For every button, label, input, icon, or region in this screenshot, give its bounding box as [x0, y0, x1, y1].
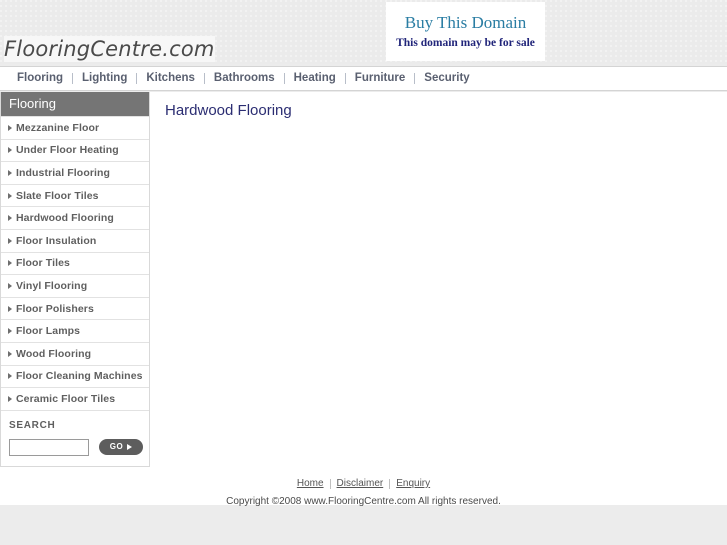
footer: Home Disclaimer Enquiry Copyright ©2008 ww… — [0, 477, 727, 507]
sidebar-item-mezzanine-floor[interactable]: Mezzanine Floor — [1, 116, 149, 139]
sidebar-item-floor-tiles[interactable]: Floor Tiles — [1, 251, 149, 275]
footer-link-disclaimer[interactable]: Disclaimer — [331, 477, 390, 491]
sidebar-item-hardwood-flooring[interactable]: Hardwood Flooring — [1, 206, 149, 229]
nav-item-lighting[interactable]: Lighting — [73, 67, 136, 90]
sidebar-item-label: Hardwood Flooring — [16, 212, 114, 225]
sidebar-item-label: Wood Flooring — [16, 347, 92, 360]
main-column: Hardwood Flooring — [150, 92, 727, 472]
sidebar-item-wood-flooring[interactable]: Wood Flooring — [1, 341, 149, 365]
nav-item-kitchens[interactable]: Kitchens — [137, 67, 204, 90]
caret-right-icon — [8, 215, 12, 222]
nav-item-bathrooms[interactable]: Bathrooms — [205, 67, 284, 90]
page-root: FlooringCentre.com Buy This Domain This … — [0, 0, 727, 545]
nav-item-heating[interactable]: Heating — [285, 67, 345, 90]
caret-right-icon — [8, 260, 12, 267]
caret-right-icon — [8, 350, 12, 357]
footer-link-enquiry[interactable]: Enquiry — [390, 477, 436, 491]
sidebar-item-label: Floor Cleaning Machines — [16, 370, 143, 383]
search-input[interactable] — [9, 438, 89, 456]
sidebar-item-floor-lamps[interactable]: Floor Lamps — [1, 319, 149, 342]
sidebar-title: Flooring — [1, 92, 149, 116]
sidebar-item-slate-floor-tiles[interactable]: Slate Floor Tiles — [1, 183, 149, 207]
nav-item-security[interactable]: Security — [415, 67, 478, 90]
caret-right-icon — [8, 395, 12, 402]
sidebar-item-vinyl-flooring[interactable]: Vinyl Flooring — [1, 274, 149, 297]
caret-right-icon — [8, 373, 12, 380]
buy-this-domain-banner[interactable]: Buy This Domain This domain may be for s… — [386, 2, 545, 61]
caret-right-icon — [8, 169, 12, 176]
sidebar-item-label: Under Floor Heating — [16, 144, 119, 157]
search-panel: SEARCH GO — [1, 409, 149, 466]
header-band: FlooringCentre.com Buy This Domain This … — [0, 0, 727, 64]
search-go-button[interactable]: GO — [99, 439, 143, 456]
caret-right-icon — [8, 328, 12, 335]
nav-item-flooring[interactable]: Flooring — [8, 67, 72, 90]
sidebar-item-label: Ceramic Floor Tiles — [16, 392, 116, 405]
sidebar-item-ceramic-floor-tiles[interactable]: Ceramic Floor Tiles — [1, 387, 149, 410]
sidebar-item-label: Floor Tiles — [16, 257, 70, 270]
sidebar-item-industrial-flooring[interactable]: Industrial Flooring — [1, 161, 149, 184]
go-button-label: GO — [109, 442, 124, 452]
banner-subtitle: This domain may be for sale — [396, 37, 535, 49]
sidebar-item-label: Floor Polishers — [16, 302, 94, 315]
footer-link-home[interactable]: Home — [291, 477, 330, 491]
caret-right-icon — [8, 237, 12, 244]
copyright-text: Copyright ©2008 www.FlooringCentre.com A… — [226, 496, 501, 507]
sidebar: Flooring Mezzanine Floor Under Floor Heat… — [0, 92, 150, 467]
play-triangle-icon — [127, 444, 133, 451]
site-logo[interactable]: FlooringCentre.com — [4, 36, 215, 62]
sidebar-item-under-floor-heating[interactable]: Under Floor Heating — [1, 138, 149, 162]
caret-right-icon — [8, 147, 12, 154]
search-label: SEARCH — [9, 419, 56, 431]
caret-right-icon — [8, 192, 12, 199]
sidebar-item-label: Floor Lamps — [16, 325, 81, 338]
sidebar-item-label: Mezzanine Floor — [16, 121, 100, 134]
nav-item-furniture[interactable]: Furniture — [346, 67, 414, 90]
footer-links: Home Disclaimer Enquiry — [0, 477, 727, 491]
caret-right-icon — [8, 282, 12, 289]
sidebar-item-floor-cleaning-machines[interactable]: Floor Cleaning Machines — [1, 364, 149, 388]
caret-right-icon — [8, 305, 12, 312]
sidebar-item-label: Vinyl Flooring — [16, 279, 88, 292]
page-title: Hardwood Flooring — [165, 102, 292, 119]
caret-right-icon — [8, 124, 12, 131]
content-area: Flooring Mezzanine Floor Under Floor Heat… — [0, 92, 727, 507]
main-navigation: Flooring Lighting Kitchens Bathrooms Heating… — [0, 66, 727, 91]
sidebar-item-label: Slate Floor Tiles — [16, 189, 99, 202]
search-row: GO — [9, 438, 143, 456]
banner-title: Buy This Domain — [404, 13, 527, 32]
sidebar-item-label: Industrial Flooring — [16, 166, 111, 179]
sidebar-menu: Mezzanine Floor Under Floor Heating Indust… — [1, 116, 149, 410]
sidebar-item-floor-insulation[interactable]: Floor Insulation — [1, 228, 149, 252]
sidebar-item-label: Floor Insulation — [16, 234, 97, 247]
sidebar-item-floor-polishers[interactable]: Floor Polishers — [1, 296, 149, 320]
